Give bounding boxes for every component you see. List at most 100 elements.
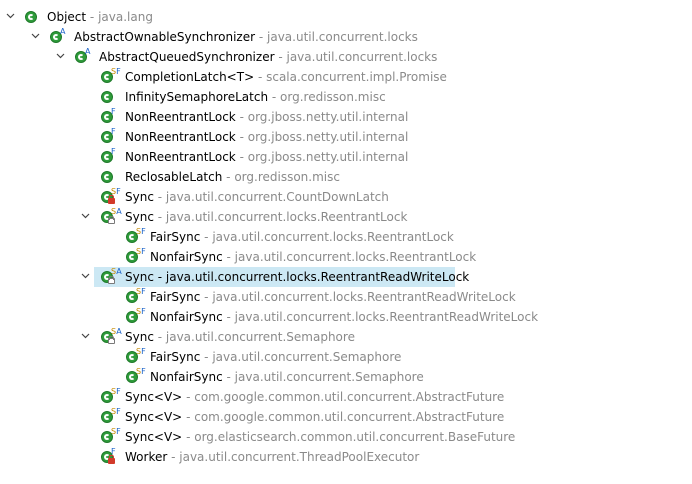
static-final-class-icon: SF: [100, 388, 121, 405]
row-package: - scala.concurrent.impl.Promise: [257, 70, 447, 84]
row-package: - org.elasticsearch.common.util.concurre…: [186, 430, 516, 444]
row-package: - java.util.concurrent.locks: [278, 50, 438, 64]
tree-row-sync-reentrant-read-write-lock[interactable]: SA Sync - java.util.concurrent.locks.Ree…: [0, 267, 692, 287]
chevron-down-icon[interactable]: [79, 207, 91, 227]
type-hierarchy-tree: Object - java.lang A AbstractOwnableSync…: [0, 0, 692, 484]
tree-row-non-reentrant-lock[interactable]: F NonReentrantLock - org.jboss.netty.uti…: [0, 147, 692, 167]
row-package: - java.util.concurrent.CountDownLatch: [157, 190, 389, 204]
tree-row-nonfair-sync[interactable]: SF NonfairSync - java.util.concurrent.Se…: [0, 367, 692, 387]
tree-row-sync-base-future[interactable]: SF Sync<V> - org.elasticsearch.common.ut…: [0, 427, 692, 447]
tree-row-reclosable-latch[interactable]: ReclosableLatch - org.redisson.misc: [0, 167, 692, 187]
tree-row-nonfair-sync[interactable]: SF NonfairSync - java.util.concurrent.lo…: [0, 307, 692, 327]
tree-row-sync-reentrant-lock[interactable]: SA Sync - java.util.concurrent.locks.Ree…: [0, 207, 692, 227]
row-name: Sync<V>: [125, 390, 183, 404]
row-name: FairSync: [150, 230, 201, 244]
static-final-class-icon: SF: [125, 288, 146, 305]
row-package: - java.util.concurrent.locks.ReentrantLo…: [204, 230, 454, 244]
row-package: - org.jboss.netty.util.internal: [239, 110, 409, 124]
chevron-down-icon[interactable]: [79, 327, 91, 347]
row-name: Worker: [125, 450, 168, 464]
row-name: Sync: [125, 270, 154, 284]
class-icon: [24, 9, 40, 25]
chevron-down-icon[interactable]: [4, 7, 16, 27]
row-package: - java.util.concurrent.locks.ReentrantLo…: [226, 250, 477, 264]
static-abstract-class-icon: SA: [100, 268, 122, 285]
static-final-class-icon: SF: [100, 408, 121, 425]
private-final-class-icon: F: [100, 448, 116, 465]
final-class-icon: F: [100, 108, 116, 125]
row-name: CompletionLatch<T>: [125, 70, 255, 84]
row-package: - java.util.concurrent.locks.ReentrantLo…: [157, 210, 408, 224]
static-final-class-icon: SF: [125, 248, 146, 265]
tree-row-abstract-queued-synchronizer[interactable]: A AbstractQueuedSynchronizer - java.util…: [0, 47, 692, 67]
row-name: NonfairSync: [150, 370, 223, 384]
row-name: NonReentrantLock: [125, 150, 236, 164]
abstract-class-icon: A: [74, 48, 90, 65]
chevron-down-icon[interactable]: [79, 267, 91, 287]
abstract-class-icon: A: [49, 28, 65, 45]
package-lock-icon: [108, 336, 115, 344]
static-abstract-class-icon: SA: [100, 328, 122, 345]
class-icon: [100, 89, 116, 105]
chevron-down-icon[interactable]: [54, 47, 66, 67]
tree-row-infinity-semaphore-latch[interactable]: InfinitySemaphoreLatch - org.redisson.mi…: [0, 87, 692, 107]
row-name: Sync<V>: [125, 410, 183, 424]
tree-row-fair-sync[interactable]: SF FairSync - java.util.concurrent.locks…: [0, 227, 692, 247]
row-package: - java.util.concurrent.ThreadPoolExecuto…: [171, 450, 420, 464]
row-name: InfinitySemaphoreLatch: [125, 90, 269, 104]
row-package: - java.util.concurrent.locks.ReentrantRe…: [204, 290, 516, 304]
tree-row-non-reentrant-lock[interactable]: F NonReentrantLock - org.jboss.netty.uti…: [0, 107, 692, 127]
tree-row-sync-count-down-latch[interactable]: SF Sync - java.util.concurrent.CountDown…: [0, 187, 692, 207]
static-final-class-icon: SF: [125, 368, 146, 385]
row-package: - com.google.common.util.concurrent.Abst…: [186, 390, 505, 404]
tree-row-fair-sync[interactable]: SF FairSync - java.util.concurrent.Semap…: [0, 347, 692, 367]
row-package: - org.jboss.netty.util.internal: [239, 150, 409, 164]
final-class-icon: F: [100, 128, 116, 145]
row-name: AbstractQueuedSynchronizer: [99, 50, 275, 64]
row-name: AbstractOwnableSynchronizer: [74, 30, 256, 44]
row-name: Sync: [125, 190, 154, 204]
row-name: NonReentrantLock: [125, 110, 236, 124]
row-name: Object: [47, 10, 87, 24]
row-name: Sync<V>: [125, 430, 183, 444]
final-class-icon: F: [100, 148, 116, 165]
row-name: NonfairSync: [150, 250, 223, 264]
static-abstract-class-icon: SA: [100, 208, 122, 225]
row-name: Sync: [125, 330, 154, 344]
tree-row-fair-sync[interactable]: SF FairSync - java.util.concurrent.locks…: [0, 287, 692, 307]
private-lock-icon: [108, 195, 115, 204]
row-package: - com.google.common.util.concurrent.Abst…: [186, 410, 505, 424]
row-package: - java.lang: [89, 10, 153, 24]
private-lock-icon: [108, 455, 115, 464]
row-package: - java.util.concurrent.Semaphore: [157, 330, 355, 344]
row-package: - org.redisson.misc: [226, 170, 340, 184]
tree-row-nonfair-sync[interactable]: SF NonfairSync - java.util.concurrent.lo…: [0, 247, 692, 267]
static-final-class-icon: SF: [125, 308, 146, 325]
row-package: - java.util.concurrent.locks.ReentrantRe…: [157, 270, 470, 284]
tree-row-sync-abstract-future[interactable]: SF Sync<V> - com.google.common.util.conc…: [0, 387, 692, 407]
tree-row-object[interactable]: Object - java.lang: [0, 7, 692, 27]
tree-row-completion-latch[interactable]: SF CompletionLatch<T> - scala.concurrent…: [0, 67, 692, 87]
package-lock-icon: [108, 216, 115, 224]
static-final-class-icon: SF: [100, 68, 121, 85]
static-final-class-icon: SF: [125, 228, 146, 245]
row-package: - java.util.concurrent.locks.ReentrantRe…: [226, 310, 539, 324]
private-static-final-class-icon: SF: [100, 188, 121, 205]
row-package: - org.jboss.netty.util.internal: [239, 130, 409, 144]
row-name: ReclosableLatch: [125, 170, 223, 184]
row-name: NonReentrantLock: [125, 130, 236, 144]
row-package: - org.redisson.misc: [271, 90, 386, 104]
row-name: NonfairSync: [150, 310, 223, 324]
tree-row-abstract-ownable-synchronizer[interactable]: A AbstractOwnableSynchronizer - java.uti…: [0, 27, 692, 47]
static-final-class-icon: SF: [100, 428, 121, 445]
tree-row-worker[interactable]: F Worker - java.util.concurrent.ThreadPo…: [0, 447, 692, 467]
tree-row-non-reentrant-lock[interactable]: F NonReentrantLock - org.jboss.netty.uti…: [0, 127, 692, 147]
tree-row-sync-semaphore[interactable]: SA Sync - java.util.concurrent.Semaphore: [0, 327, 692, 347]
row-package: - java.util.concurrent.locks: [258, 30, 418, 44]
static-final-class-icon: SF: [125, 348, 146, 365]
row-name: Sync: [125, 210, 154, 224]
chevron-down-icon[interactable]: [29, 27, 41, 47]
row-name: FairSync: [150, 350, 201, 364]
class-icon: [100, 169, 116, 185]
tree-row-sync-abstract-future[interactable]: SF Sync<V> - com.google.common.util.conc…: [0, 407, 692, 427]
